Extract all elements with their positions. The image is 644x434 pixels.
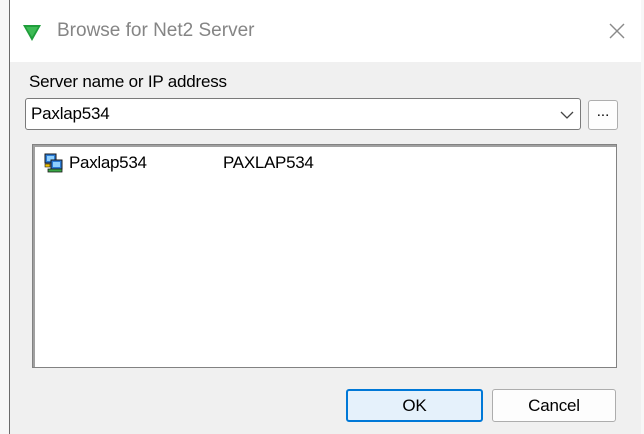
- server-name: Paxlap534: [69, 153, 147, 172]
- list-item[interactable]: Paxlap534 PAXLAP534: [37, 151, 607, 175]
- browse-server-dialog: Browse for Net2 Server Server name or IP…: [9, 0, 641, 434]
- chevron-down-icon[interactable]: [560, 108, 574, 120]
- server-field-label: Server name or IP address: [29, 72, 227, 91]
- server-list[interactable]: Paxlap534 PAXLAP534: [32, 144, 617, 368]
- title-bar[interactable]: Browse for Net2 Server: [10, 0, 641, 62]
- server-input[interactable]: Paxlap534: [31, 104, 110, 124]
- server-combobox[interactable]: Paxlap534: [25, 98, 581, 130]
- networked-computer-icon: [44, 153, 64, 173]
- close-icon[interactable]: [602, 16, 632, 46]
- cancel-button[interactable]: Cancel: [492, 389, 616, 422]
- window-title: Browse for Net2 Server: [57, 20, 255, 41]
- desktop-background: [0, 0, 9, 434]
- green-triangle-icon: [22, 24, 42, 42]
- ok-button[interactable]: OK: [346, 389, 483, 422]
- server-host: PAXLAP534: [223, 153, 314, 172]
- browse-button[interactable]: ...: [588, 100, 618, 130]
